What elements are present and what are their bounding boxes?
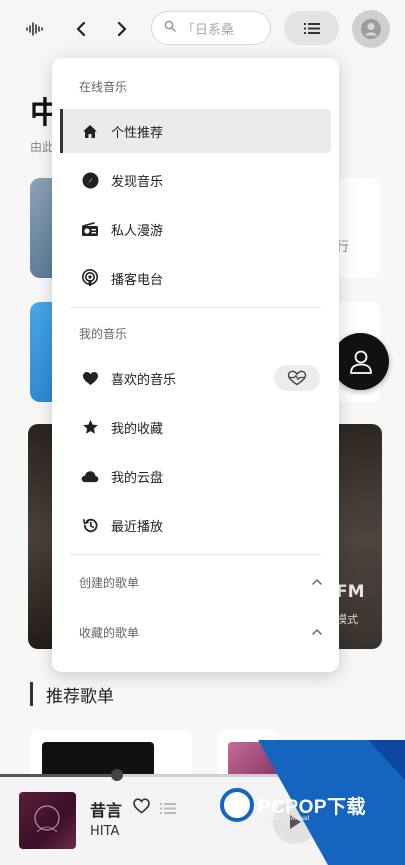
menu-item-label: 个性推荐	[111, 125, 164, 141]
song-cover[interactable]	[19, 792, 76, 849]
menu-item-discover[interactable]: 发现音乐	[60, 158, 331, 202]
floating-user-button[interactable]	[332, 333, 389, 390]
created-playlists-label: 创建的歌单	[79, 575, 140, 590]
podcast-icon	[81, 269, 99, 287]
like-heart-icon[interactable]	[133, 798, 151, 816]
watermark-sub: PCPOP Download	[260, 816, 310, 822]
menu-item-label: 发现音乐	[111, 174, 164, 190]
star-icon	[81, 418, 99, 436]
heartbeat-icon	[287, 370, 307, 386]
fm-sub: 模式	[336, 613, 358, 626]
cloud-icon	[81, 467, 99, 485]
watermark: PCPOP下载 PCPOP Download	[218, 740, 405, 865]
section-title: 推荐歌单	[30, 680, 114, 708]
person-icon	[349, 350, 372, 374]
user-icon	[361, 19, 381, 39]
search-input[interactable]: 「日系桑	[151, 11, 271, 45]
waveform-icon[interactable]	[23, 17, 47, 41]
collected-playlists-label: 收藏的歌单	[79, 625, 140, 640]
online-music-header: 在线音乐	[79, 80, 128, 94]
menu-button[interactable]	[284, 11, 339, 45]
disc-icon	[81, 171, 99, 189]
menu-divider	[70, 554, 321, 555]
my-music-header: 我的音乐	[79, 327, 128, 341]
search-icon	[164, 20, 176, 36]
watermark-logo-icon	[220, 788, 254, 822]
progress-fill	[0, 774, 118, 777]
top-bar: 「日系桑	[0, 0, 405, 58]
menu-item-label: 我的云盘	[111, 470, 164, 486]
section-bar	[30, 682, 33, 706]
forward-arrow-icon[interactable]	[110, 17, 134, 41]
created-playlists-toggle[interactable]: 创建的歌单	[79, 572, 322, 592]
heart-icon	[81, 369, 99, 387]
section-title-text: 推荐歌单	[46, 686, 114, 707]
navigation-menu: 在线音乐 个性推荐 发现音乐 私人漫游 播客电台 我的音乐 喜欢的音乐 我的收藏…	[52, 58, 339, 672]
chevron-up-icon	[312, 579, 322, 585]
menu-item-private-roam[interactable]: 私人漫游	[60, 207, 331, 251]
radio-icon	[81, 220, 99, 238]
list-icon	[303, 22, 320, 34]
menu-item-podcast[interactable]: 播客电台	[60, 256, 331, 300]
chevron-up-icon	[312, 629, 322, 635]
menu-item-label: 喜欢的音乐	[111, 372, 177, 388]
menu-item-label: 播客电台	[111, 272, 164, 288]
search-text: 「日系桑	[182, 22, 235, 38]
menu-divider	[70, 307, 321, 308]
collected-playlists-toggle[interactable]: 收藏的歌单	[79, 622, 322, 642]
back-arrow-icon[interactable]	[69, 17, 93, 41]
menu-item-recent[interactable]: 最近播放	[60, 503, 331, 547]
menu-item-collection[interactable]: 我的收藏	[60, 405, 331, 449]
avatar[interactable]	[352, 10, 390, 48]
song-artist: HITA	[90, 824, 120, 839]
playlist-icon[interactable]	[160, 800, 177, 814]
menu-item-label: 私人漫游	[111, 223, 164, 239]
history-icon	[81, 516, 99, 534]
menu-item-label: 我的收藏	[111, 421, 164, 437]
home-icon	[81, 122, 99, 140]
song-title: 昔言	[90, 801, 123, 820]
menu-item-label: 最近播放	[111, 519, 164, 535]
page-subtitle: 由此	[30, 140, 55, 154]
watermark-brand: PCPOP下载	[258, 797, 367, 818]
menu-item-cloud-drive[interactable]: 我的云盘	[60, 454, 331, 498]
fm-label: FM	[336, 582, 365, 602]
heartbeat-mode-button[interactable]	[274, 365, 320, 391]
menu-item-recommend[interactable]: 个性推荐	[60, 109, 331, 153]
